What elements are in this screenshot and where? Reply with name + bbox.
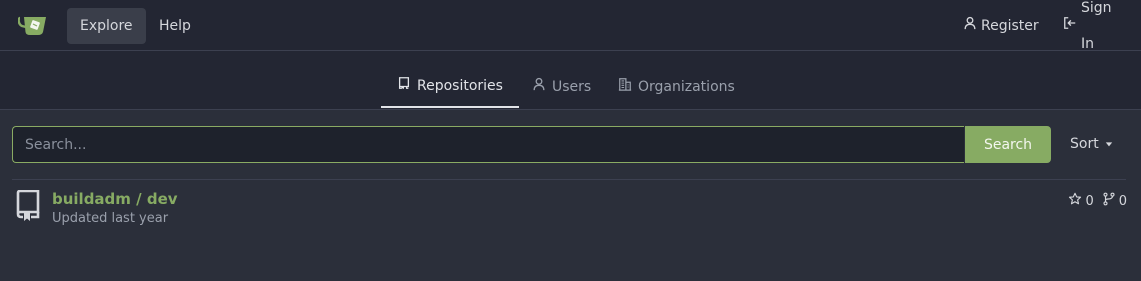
nav-help-label: Help (159, 18, 191, 34)
top-navbar: Explore Help Register Sign In (0, 0, 1141, 52)
stars-stat[interactable]: 0 (1068, 192, 1094, 210)
organization-icon (618, 66, 632, 108)
tab-users-label: Users (552, 79, 592, 95)
search-input[interactable] (12, 126, 964, 163)
sort-label: Sort (1070, 136, 1099, 152)
sort-dropdown[interactable]: Sort (1060, 126, 1123, 163)
register-link[interactable]: Register (950, 8, 1052, 44)
tab-organizations-label: Organizations (638, 79, 735, 95)
repo-title-link[interactable]: buildadm / dev (52, 190, 178, 208)
person-icon (963, 8, 977, 44)
repo-stats: 0 0 (1068, 192, 1127, 210)
repo-icon (14, 189, 42, 222)
signin-link[interactable]: Sign In (1050, 0, 1141, 52)
caret-down-icon (1105, 126, 1113, 163)
sign-in-icon (1063, 8, 1077, 44)
gitea-logo-icon[interactable] (17, 12, 50, 38)
forks-stat[interactable]: 0 (1102, 192, 1127, 210)
stars-count: 0 (1085, 193, 1094, 209)
tab-organizations[interactable]: Organizations (602, 66, 751, 108)
register-label: Register (981, 18, 1039, 34)
tab-repositories[interactable]: Repositories (381, 66, 519, 108)
repo-icon (397, 66, 411, 106)
nav-help[interactable]: Help (146, 8, 204, 44)
repo-updated-text: Updated last year (52, 211, 169, 226)
search-button[interactable]: Search (965, 126, 1051, 163)
fork-icon (1102, 192, 1116, 210)
explore-tabs: Repositories Users Organizations (0, 51, 1141, 110)
tab-repositories-label: Repositories (417, 78, 503, 94)
nav-explore-label: Explore (80, 18, 133, 34)
nav-explore[interactable]: Explore (67, 8, 146, 44)
tab-users[interactable]: Users (516, 66, 607, 108)
forks-count: 0 (1118, 193, 1127, 209)
divider (12, 179, 1126, 180)
star-icon (1068, 192, 1082, 210)
person-icon (532, 66, 546, 108)
